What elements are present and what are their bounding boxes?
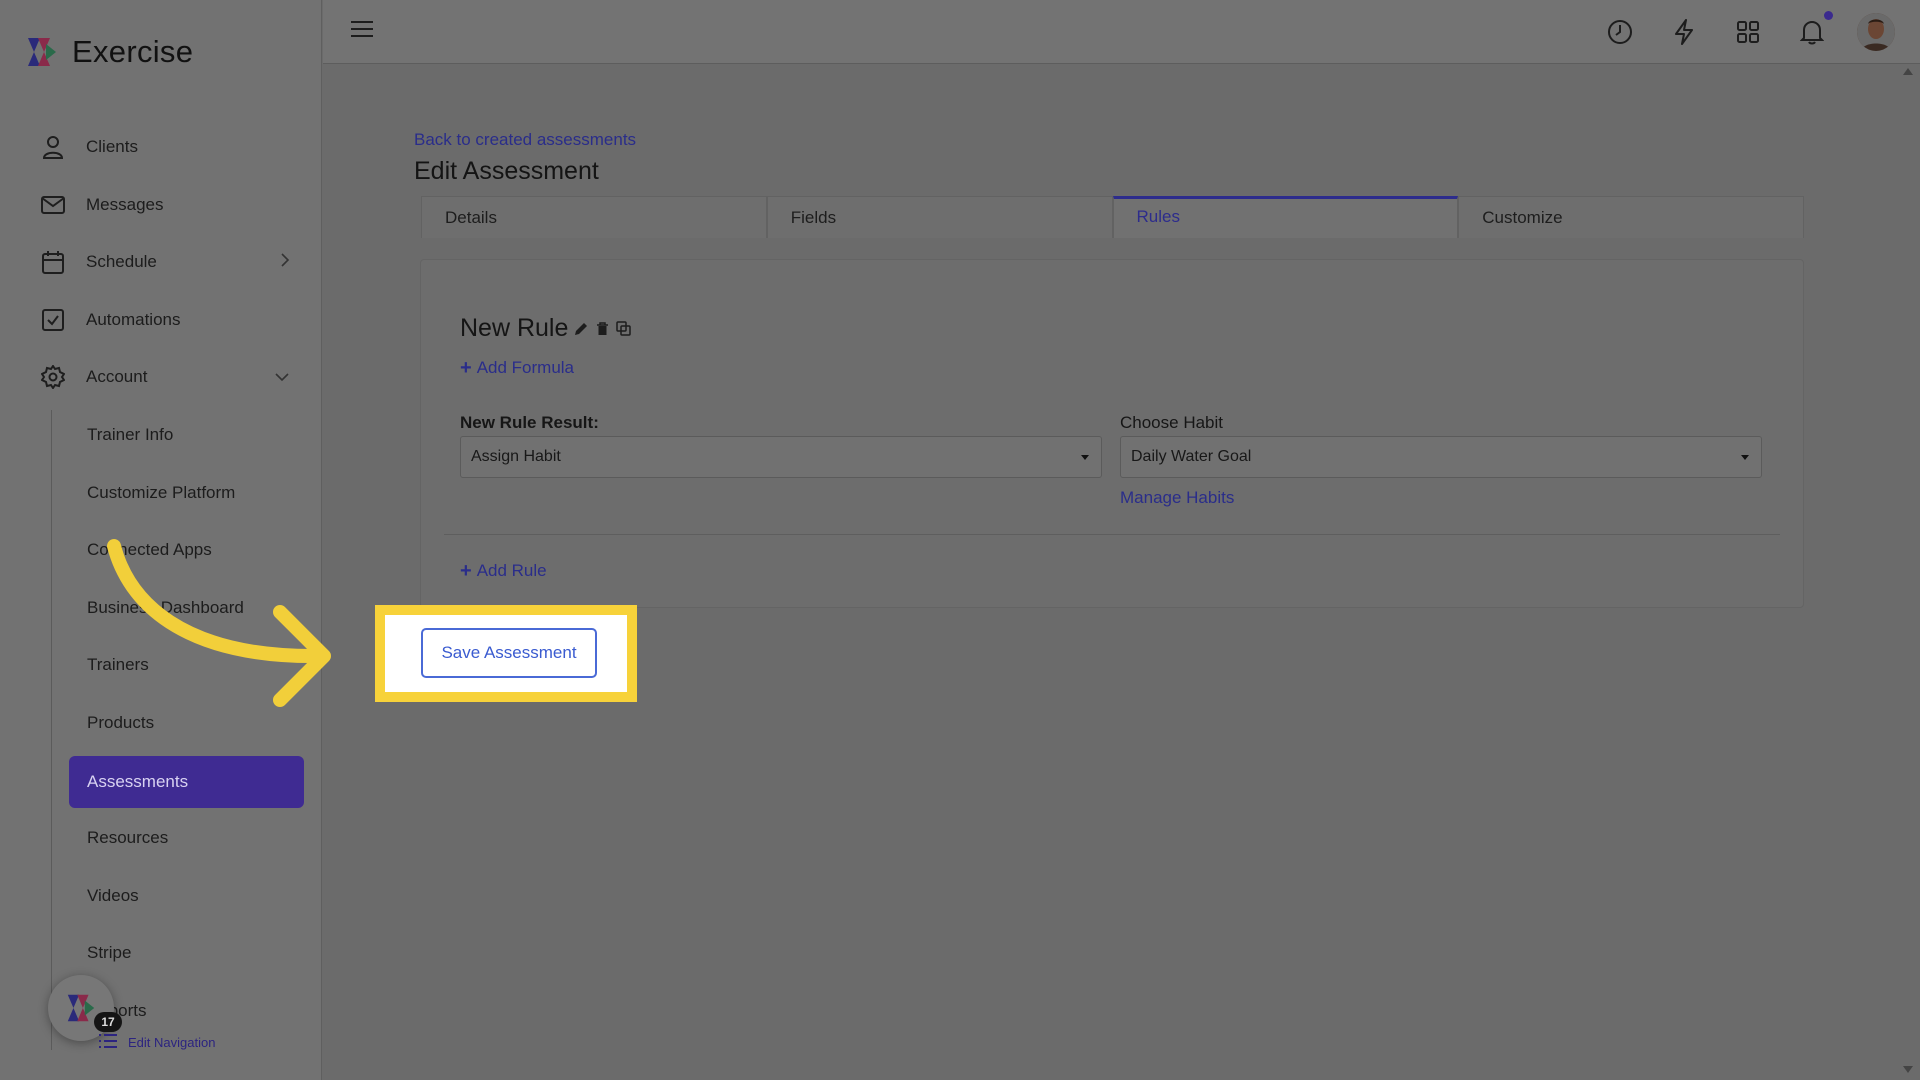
sidebar-item-schedule[interactable]: Schedule — [40, 242, 290, 282]
mail-icon — [40, 192, 66, 218]
user-icon — [40, 134, 66, 160]
menu-icon[interactable] — [351, 20, 373, 43]
checkbox-icon — [40, 307, 66, 333]
rule-header: New Rule — [460, 314, 631, 343]
bell-icon[interactable] — [1798, 18, 1826, 46]
scrollbar-up-arrow[interactable] — [1903, 68, 1913, 75]
pencil-icon[interactable] — [573, 321, 589, 337]
tab-details[interactable]: Details — [421, 196, 767, 238]
chevron-down-icon — [274, 367, 290, 387]
sidebar-subitem-videos[interactable]: Videos — [87, 881, 139, 911]
rules-panel — [420, 259, 1804, 608]
sidebar-subitem-customize-platform[interactable]: Customize Platform — [87, 478, 235, 508]
copy-icon[interactable] — [615, 321, 631, 337]
sidebar-item-label: Messages — [86, 195, 164, 214]
scrollbar-down-arrow[interactable] — [1903, 1066, 1913, 1073]
edit-navigation-label: Edit Navigation — [128, 1035, 216, 1050]
sidebar-item-automations[interactable]: Automations — [40, 300, 290, 340]
logo-icon — [24, 34, 60, 70]
gear-icon — [40, 364, 66, 390]
choose-habit-value: Daily Water Goal — [1131, 448, 1252, 465]
sidebar-subitem-products[interactable]: Products — [87, 708, 154, 738]
tab-rules[interactable]: Rules — [1112, 196, 1459, 238]
notification-dot — [1824, 11, 1833, 20]
back-to-assessments-link[interactable]: Back to created assessments — [414, 130, 636, 150]
tab-bar: Details Fields Rules Customize — [421, 196, 1804, 238]
dropdown-caret-icon — [1081, 455, 1089, 460]
plus-icon: + — [460, 356, 472, 379]
sidebar-subitem-stripe[interactable]: Stripe — [87, 938, 131, 968]
dropdown-caret-icon — [1741, 455, 1749, 460]
tutorial-arrow-icon — [107, 539, 331, 707]
sidebar-item-clients[interactable]: Clients — [40, 127, 290, 167]
plus-icon: + — [460, 559, 472, 582]
trash-icon[interactable] — [594, 321, 610, 337]
add-rule-link[interactable]: + Add Rule — [460, 561, 547, 581]
choose-habit-label: Choose Habit — [1120, 413, 1224, 432]
rule-result-value: Assign Habit — [471, 448, 561, 465]
app-logo[interactable]: Exercise — [24, 34, 193, 70]
lightning-icon[interactable] — [1670, 18, 1698, 46]
notification-count-badge: 17 — [94, 1012, 122, 1032]
chevron-right-icon — [280, 252, 290, 273]
sidebar-item-account[interactable]: Account — [40, 357, 290, 397]
rules-divider — [444, 534, 1780, 535]
avatar[interactable] — [1857, 13, 1895, 51]
logo-icon — [67, 994, 95, 1022]
sidebar-subitem-resources[interactable]: Resources — [87, 823, 168, 853]
add-formula-label: Add Formula — [476, 358, 575, 377]
tab-fields[interactable]: Fields — [766, 196, 1113, 238]
sidebar-item-label: Automations — [86, 310, 181, 329]
grid-icon[interactable] — [1734, 18, 1762, 46]
page-title: Edit Assessment — [414, 157, 599, 185]
rule-result-select[interactable]: Assign Habit — [460, 436, 1102, 478]
sidebar-item-messages[interactable]: Messages — [40, 185, 290, 225]
edit-navigation-link[interactable]: Edit Navigation — [98, 1033, 215, 1052]
add-rule-label: Add Rule — [476, 561, 547, 580]
manage-habits-link[interactable]: Manage Habits — [1120, 488, 1234, 508]
sidebar-item-label: Schedule — [86, 252, 157, 271]
sidebar-subitem-trainer-info[interactable]: Trainer Info — [87, 420, 173, 450]
rule-name: New Rule — [460, 314, 569, 342]
add-formula-link[interactable]: + Add Formula — [460, 358, 574, 378]
save-assessment-button[interactable]: Save Assessment — [421, 628, 597, 678]
submenu-divider — [51, 410, 52, 1050]
sidebar-item-label: Account — [86, 367, 148, 386]
history-icon[interactable] — [1606, 18, 1634, 46]
list-icon — [98, 1033, 118, 1052]
app-name: Exercise — [72, 34, 194, 69]
rule-result-label: New Rule Result: — [460, 413, 599, 432]
sidebar-item-label: Clients — [86, 137, 138, 156]
tab-customize[interactable]: Customize — [1458, 196, 1804, 238]
calendar-icon — [40, 249, 66, 275]
sidebar-subitem-assessments[interactable]: Assessments — [69, 756, 304, 808]
choose-habit-select[interactable]: Daily Water Goal — [1120, 436, 1762, 478]
